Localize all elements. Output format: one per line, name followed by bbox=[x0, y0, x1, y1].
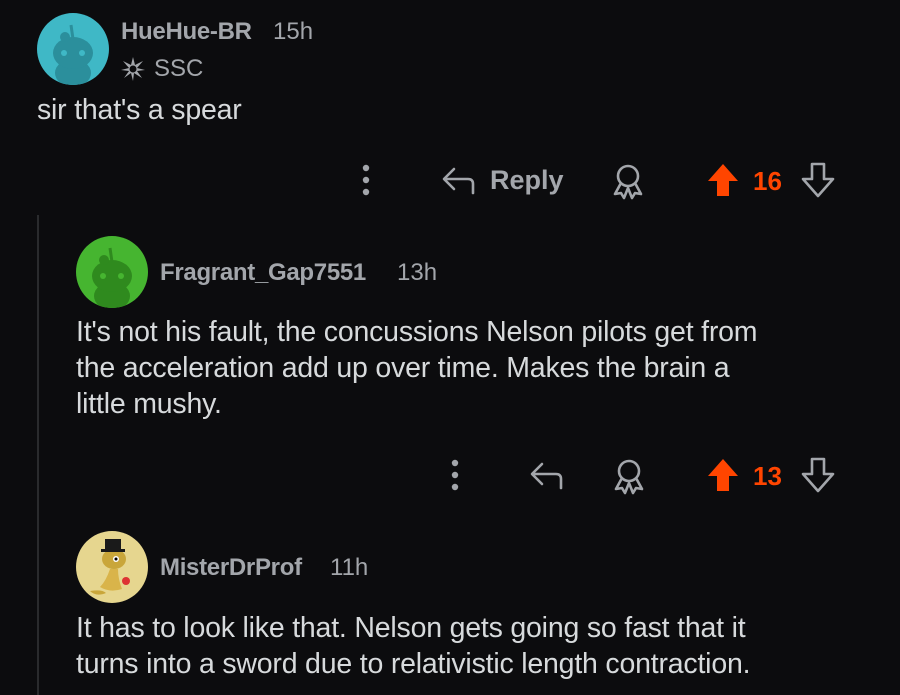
timestamp: 13h bbox=[397, 259, 438, 286]
avatar[interactable] bbox=[76, 531, 148, 603]
flair-label: SSC bbox=[154, 55, 204, 82]
upvote-button[interactable] bbox=[705, 161, 741, 199]
username[interactable]: HueHue-BR bbox=[121, 18, 252, 46]
comment-line: little mushy. bbox=[76, 388, 222, 420]
comment-line: It has to look like that. Nelson gets go… bbox=[76, 612, 746, 644]
comment-line: turns into a sword due to relativistic l… bbox=[76, 648, 751, 680]
timestamp: 15h bbox=[273, 18, 314, 45]
avatar[interactable] bbox=[37, 13, 109, 85]
downvote-button[interactable] bbox=[800, 161, 836, 199]
reply-arrow-icon bbox=[530, 462, 563, 490]
award-icon bbox=[614, 459, 644, 495]
upvote-button[interactable] bbox=[705, 456, 741, 494]
downvote-arrow-icon bbox=[801, 457, 835, 493]
reply-button[interactable] bbox=[528, 458, 564, 492]
thread-line bbox=[37, 215, 39, 695]
flair-emblem-icon bbox=[121, 57, 145, 81]
snoo-avatar-icon bbox=[92, 247, 132, 308]
comment-body: sir that's a spear bbox=[37, 94, 242, 126]
downvote-arrow-icon bbox=[801, 162, 835, 198]
reply-label: Reply bbox=[490, 164, 564, 195]
upvote-arrow-icon bbox=[708, 459, 738, 491]
award-button[interactable] bbox=[611, 457, 647, 495]
more-vertical-icon bbox=[362, 164, 370, 196]
timestamp: 11h bbox=[330, 554, 369, 581]
username[interactable]: MisterDrProf bbox=[160, 554, 302, 582]
snoo-avatar-icon bbox=[53, 24, 93, 85]
avatar[interactable] bbox=[76, 236, 148, 308]
award-icon bbox=[613, 164, 643, 200]
snoo-avatar-tophat-icon bbox=[90, 539, 130, 595]
reply-arrow-icon bbox=[442, 167, 475, 195]
more-options-button[interactable] bbox=[448, 457, 462, 493]
more-vertical-icon bbox=[451, 459, 459, 491]
more-options-button[interactable] bbox=[359, 162, 373, 198]
comment-body: It has to look like that. Nelson gets go… bbox=[76, 610, 751, 682]
award-button[interactable] bbox=[610, 162, 646, 200]
upvote-arrow-icon bbox=[708, 164, 738, 196]
comment-line: It's not his fault, the concussions Nels… bbox=[76, 316, 758, 348]
comment-body: It's not his fault, the concussions Nels… bbox=[76, 314, 758, 422]
reply-button[interactable]: Reply bbox=[440, 163, 564, 197]
comment-line: the acceleration add up over time. Makes… bbox=[76, 352, 730, 384]
downvote-button[interactable] bbox=[800, 456, 836, 494]
vote-score: 13 bbox=[753, 461, 782, 491]
user-flair: SSC bbox=[120, 55, 203, 83]
vote-score: 16 bbox=[753, 166, 782, 196]
username[interactable]: Fragrant_Gap7551 bbox=[160, 259, 366, 287]
